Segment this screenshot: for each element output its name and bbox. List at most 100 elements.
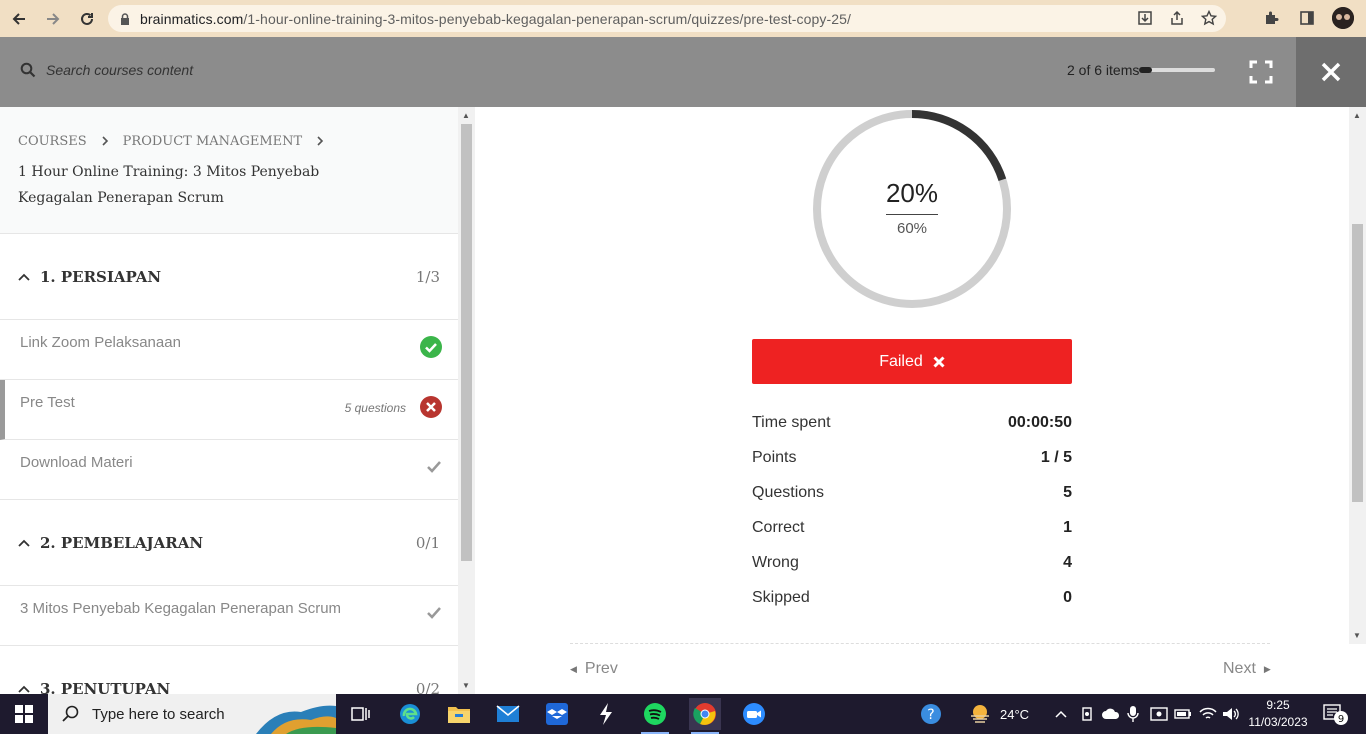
clock-time: 9:25 [1266,698,1290,712]
weather-widget[interactable]: 24°C [968,694,1029,734]
extensions-puzzle-icon[interactable] [1260,7,1282,29]
lesson-item-3-mitos[interactable]: 3 Mitos Penyebab Kegagalan Penerapan Scr… [0,586,458,646]
fullscreen-icon[interactable] [1248,59,1274,85]
help-icon[interactable]: ? [920,694,942,734]
chrome-icon[interactable] [689,698,721,734]
stat-value: 0 [1063,589,1072,606]
url-text: brainmatics.com/1-hour-online-training-3… [140,10,852,27]
bookmark-star-icon[interactable] [1200,9,1218,27]
check-icon [427,607,441,619]
side-panel-icon[interactable] [1296,7,1318,29]
score-percent: 20% [885,178,939,208]
close-icon [933,355,945,368]
tray-app-icon[interactable] [1080,694,1094,734]
stat-label: Questions [752,484,825,501]
sidebar-header: COURSES PRODUCT MANAGEMENT 1 Hour Online… [0,107,458,234]
caret-left-icon: ◀ [570,663,577,674]
sidebar-scroll-thumb[interactable] [461,124,472,561]
stat-label: Wrong [752,554,799,571]
profile-avatar[interactable] [1332,7,1354,29]
dropbox-icon[interactable] [541,698,573,730]
prev-label: Prev [584,660,618,677]
section-title: 1. PERSIAPAN [40,268,162,286]
result-stats: Time spent 00:00:50 Points 1 / 5 Questions… [752,414,1072,624]
main-scrollbar[interactable]: ▲ ▼ [1349,107,1366,644]
status-label: Failed [879,352,923,370]
section-title: 2. PEMBELAJARAN [40,534,204,552]
reload-icon[interactable] [72,4,102,34]
search-highlight-art [256,705,336,734]
quiz-result-panel: 20% 60% Failed Time spent 00:00:50 Points… [475,107,1349,694]
progress-text: 2 of 6 items [1067,62,1140,78]
wifi-icon[interactable] [1199,694,1217,734]
stat-label: Skipped [752,589,810,606]
search-icon [62,705,79,722]
svg-text:9: 9 [1338,714,1344,725]
mail-icon[interactable] [492,698,524,730]
lesson-item-pre-test[interactable]: Pre Test 5 questions [0,380,458,440]
section-count: 1/3 [415,268,440,286]
search-icon [20,62,36,78]
section-title: 3. PENUTUPAN [40,680,171,694]
spotify-icon[interactable] [639,698,671,734]
forward-icon[interactable] [38,4,68,34]
main-scroll-thumb[interactable] [1352,224,1363,502]
back-icon[interactable] [4,4,34,34]
meet-now-icon[interactable] [1150,694,1168,734]
app-bolt-icon[interactable] [590,698,622,730]
stat-value: 1 [1063,519,1072,536]
close-course-button[interactable] [1296,37,1366,107]
zoom-icon[interactable] [738,698,770,730]
system-clock[interactable]: 9:25 11/03/2023 [1245,697,1311,731]
chevron-right-icon [316,135,324,149]
section-persiapan[interactable]: 1. PERSIAPAN 1/3 [0,234,458,320]
windows-taskbar: Type here to search ? 24°C 9:25 11/03/20… [0,694,1366,734]
chevron-up-icon [18,682,30,694]
progress-fill [1139,67,1152,73]
install-icon[interactable] [1136,9,1154,27]
course-search [20,62,346,78]
scroll-up-arrow-icon[interactable]: ▲ [462,111,470,120]
stat-time-spent: Time spent 00:00:50 [752,414,1072,449]
score-divider [886,214,938,215]
close-icon [1321,62,1341,82]
taskbar-search-text: Type here to search [92,705,225,723]
lesson-item-link-zoom[interactable]: Link Zoom Pelaksanaan [0,320,458,380]
stat-correct: Correct 1 [752,519,1072,554]
file-explorer-icon[interactable] [443,698,475,730]
browser-toolbar: brainmatics.com/1-hour-online-training-3… [0,0,1366,37]
lesson-item-download-materi[interactable]: Download Materi [0,440,458,500]
battery-icon[interactable] [1174,694,1192,734]
search-input[interactable] [46,62,346,78]
course-title: 1 Hour Online Training: 3 Mitos Penyebab… [18,164,320,206]
section-penutupan[interactable]: 3. PENUTUPAN 0/2 [0,646,458,694]
scroll-down-arrow-icon[interactable]: ▼ [462,681,470,690]
breadcrumb-category[interactable]: PRODUCT MANAGEMENT [123,134,303,149]
onedrive-icon[interactable] [1101,694,1121,734]
progress-bar [1139,67,1216,73]
breadcrumb-courses[interactable]: COURSES [18,134,87,149]
sidebar-scrollbar[interactable]: ▲ ▼ [458,107,475,694]
stat-label: Points [752,449,797,466]
address-bar[interactable]: brainmatics.com/1-hour-online-training-3… [108,5,1226,32]
windows-start-icon[interactable] [0,694,48,734]
edge-icon[interactable] [394,698,426,730]
lesson-label: Pre Test [20,394,75,411]
next-button[interactable]: Next ▶ [1223,660,1271,678]
curriculum-sidebar: COURSES PRODUCT MANAGEMENT 1 Hour Online… [0,107,458,694]
caret-right-icon: ▶ [1263,663,1271,674]
notification-center-icon[interactable]: 9 [1322,694,1350,734]
microphone-icon[interactable] [1127,694,1139,734]
scroll-down-arrow-icon[interactable]: ▼ [1353,631,1361,640]
stat-value: 1 / 5 [1040,449,1072,466]
share-icon[interactable] [1168,9,1186,27]
stat-label: Correct [752,519,805,536]
scroll-up-arrow-icon[interactable]: ▲ [1353,111,1361,120]
task-view-icon[interactable] [344,698,376,730]
volume-icon[interactable] [1222,694,1240,734]
tray-overflow-icon[interactable] [1054,694,1068,734]
section-pembelajaran[interactable]: 2. PEMBELAJARAN 0/1 [0,500,458,586]
score-ring [813,110,1011,308]
prev-button[interactable]: ◀ Prev [570,660,618,678]
taskbar-search[interactable]: Type here to search [48,694,336,734]
